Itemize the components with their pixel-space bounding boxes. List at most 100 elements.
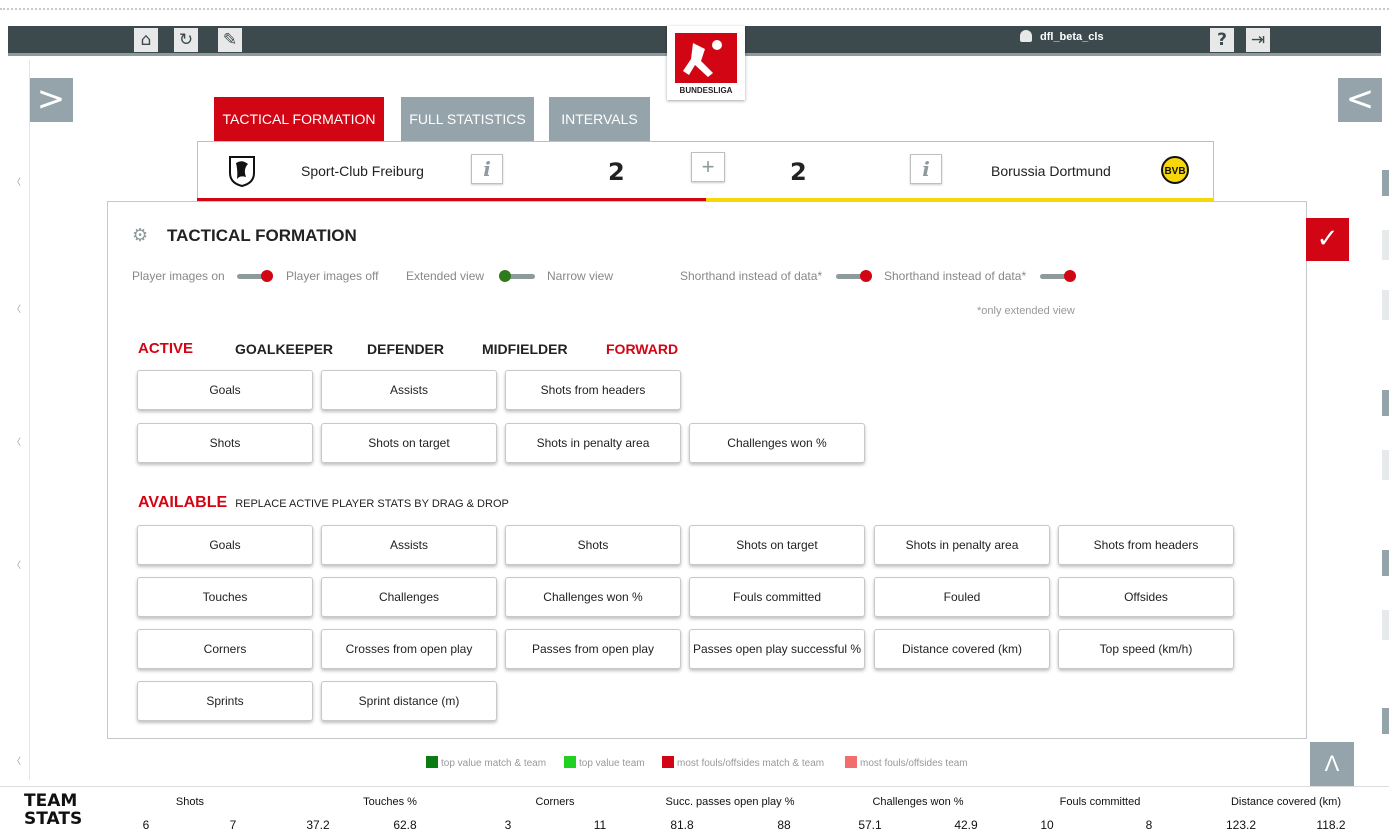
position-goalkeeper[interactable]: GOALKEEPER [235,341,333,357]
dortmund-crest-icon: BVB [1161,156,1189,184]
right-edge-strip [1382,708,1389,734]
expand-right-button[interactable]: < [1338,78,1382,122]
team-stat-away-value: 11 [593,818,607,832]
shorthand-home-toggle[interactable] [836,270,872,282]
team-stat-header: Distance covered (km) [1230,796,1342,808]
edge-marker: 〈 [12,560,22,570]
legend-item: most fouls/offsides match & team [662,756,824,769]
legend-swatch [662,756,674,768]
team-stat-header: Corners [535,796,575,808]
position-defender[interactable]: DEFENDER [367,341,444,357]
active-stat-shots-on-target[interactable]: Shots on target [321,423,497,463]
shorthand-away-toggle[interactable] [1040,270,1076,282]
user-icon [1020,30,1032,42]
available-stat[interactable]: Touches [137,577,313,617]
away-team-name: Borussia Dortmund [991,163,1111,179]
available-stat[interactable]: Offsides [1058,577,1234,617]
edit-icon[interactable]: ✎ [218,28,242,52]
available-stat[interactable]: Sprint distance (m) [321,681,497,721]
active-stat-shots[interactable]: Shots [137,423,313,463]
available-stat[interactable]: Corners [137,629,313,669]
legend-swatch [426,756,438,768]
view-mode-toggle[interactable] [499,270,535,282]
scroll-up-button[interactable]: Λ [1310,742,1354,786]
left-collapsed-panel[interactable]: 〈 〈 〈 〈 〈 [0,60,30,780]
match-details-plus-button[interactable]: + [691,152,725,182]
legend-swatch [564,756,576,768]
available-title: AVAILABLE [138,494,228,511]
available-stat[interactable]: Goals [137,525,313,565]
edge-marker: 〈 [12,756,22,766]
user-menu[interactable]: dfl_beta_cls [1020,30,1104,43]
gear-icon[interactable]: ⚙ [132,226,152,246]
team-stats-title: TEAM STATS [24,791,83,829]
team-stat-header: Shots [175,796,205,808]
available-stat[interactable]: Passes open play successful % [689,629,865,669]
right-edge-strip [1382,170,1389,196]
available-stat[interactable]: Assists [321,525,497,565]
freiburg-crest-icon [229,156,255,187]
logo-text: BUNDESLIGA [679,86,733,95]
home-score: 2 [608,158,625,186]
available-stat[interactable]: Shots from headers [1058,525,1234,565]
available-stat[interactable]: Passes from open play [505,629,681,669]
team-stat-home-value: 123.2 [1225,818,1257,832]
team-stat-home-value: 37.2 [306,818,330,832]
tab-tactical-formation[interactable]: TACTICAL FORMATION [214,97,384,141]
active-stat-shots-in-penalty-area[interactable]: Shots in penalty area [505,423,681,463]
right-edge-strip [1382,290,1389,320]
tab-full-statistics[interactable]: FULL STATISTICS [401,97,534,141]
available-stat[interactable]: Fouls committed [689,577,865,617]
team-stat-header: Succ. passes open play % [665,796,795,808]
available-stat[interactable]: Fouled [874,577,1050,617]
expand-left-button[interactable]: > [29,78,73,122]
extended-view-note: *only extended view [977,305,1075,317]
home-team-info-button[interactable]: i [471,154,503,184]
team-stat-away-value: 8 [1145,818,1153,832]
available-stat[interactable]: Challenges [321,577,497,617]
position-forward[interactable]: FORWARD [606,341,678,357]
team-stats-divider [0,786,1389,787]
team-stat-home-value: 6 [142,818,150,832]
player-images-off-label: Player images off [286,269,379,283]
legend-item: most fouls/offsides team [845,756,968,769]
available-stat[interactable]: Crosses from open play [321,629,497,669]
active-heading: ACTIVE [138,340,194,357]
away-score: 2 [790,158,807,186]
confirm-checkmark-button[interactable]: ✓ [1306,218,1349,261]
page-top-border [0,8,1389,10]
active-stat-challenges-won[interactable]: Challenges won % [689,423,865,463]
team-stat-away-value: 7 [229,818,237,832]
team-stat-header: Fouls committed [1059,796,1141,808]
logout-icon[interactable]: ⇥ [1246,28,1270,52]
position-midfielder[interactable]: MIDFIELDER [482,341,568,357]
active-stat-shots-from-headers[interactable]: Shots from headers [505,370,681,410]
right-edge-strip [1382,450,1389,480]
team-stat-home-value: 81.8 [670,818,694,832]
panel-title: TACTICAL FORMATION [167,226,357,245]
refresh-icon[interactable]: ↻ [174,28,198,52]
available-stat[interactable]: Shots [505,525,681,565]
available-stat[interactable]: Sprints [137,681,313,721]
team-stat-away-value: 118.2 [1316,818,1346,832]
home-icon[interactable]: ⌂ [134,28,158,52]
available-stat[interactable]: Shots on target [689,525,865,565]
active-stat-assists[interactable]: Assists [321,370,497,410]
right-edge-strip [1382,550,1389,576]
right-edge-strip [1382,390,1389,416]
available-stat[interactable]: Challenges won % [505,577,681,617]
active-stat-goals[interactable]: Goals [137,370,313,410]
away-team-info-button[interactable]: i [910,154,942,184]
available-stat[interactable]: Distance covered (km) [874,629,1050,669]
available-stat[interactable]: Shots in penalty area [874,525,1050,565]
team-stat-away-value: 88 [777,818,791,832]
help-icon[interactable]: ? [1210,28,1234,52]
player-images-toggle[interactable] [237,270,273,282]
shorthand-home-label: Shorthand instead of data* [680,269,823,283]
available-stat[interactable]: Top speed (km/h) [1058,629,1234,669]
player-images-on-label: Player images on [132,269,225,283]
tab-intervals[interactable]: INTERVALS [549,97,650,141]
team-stat-away-value: 62.8 [393,818,417,832]
tactical-formation-panel: ⚙ TACTICAL FORMATION Player images on Pl… [107,201,1307,739]
team-stat-home-value: 57.1 [858,818,882,832]
